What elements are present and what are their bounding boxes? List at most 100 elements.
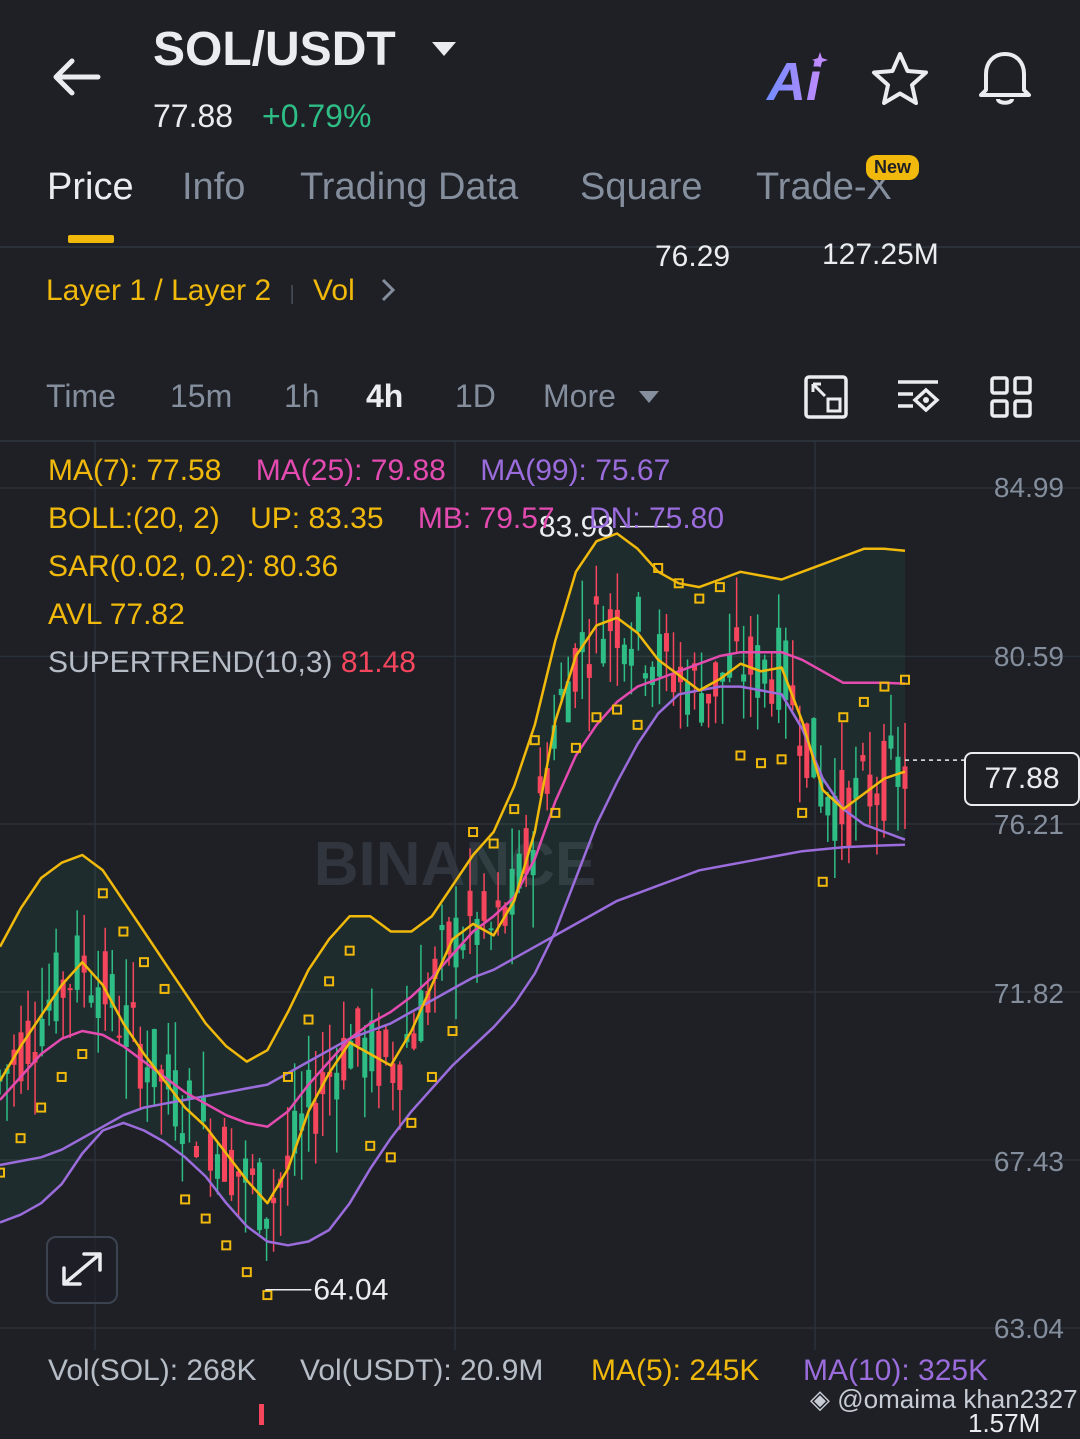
candle-body	[635, 596, 641, 632]
candle-body	[102, 951, 108, 1005]
candle-body	[214, 1154, 220, 1179]
candle-body	[734, 627, 740, 642]
candle-body	[53, 952, 59, 1022]
notification-bell-icon[interactable]	[976, 46, 1034, 108]
ma99-value: MA(99): 75.67	[480, 454, 671, 487]
stat-24h-volume: 127.25M	[822, 238, 939, 271]
vol-usdt: Vol(USDT): 20.9M	[300, 1354, 544, 1387]
candle-body	[95, 987, 101, 1019]
category-tags[interactable]: Layer 1 / Layer 2 | Vol	[46, 274, 355, 308]
sar-dot	[241, 1267, 252, 1278]
candle-body	[481, 891, 487, 921]
candle-body	[74, 935, 80, 990]
candle-body	[670, 674, 676, 693]
binance-diamond-icon: ◈	[810, 1384, 830, 1414]
candle-body	[144, 1067, 150, 1083]
sar-dot	[776, 754, 787, 765]
vol-ma5: MA(5): 245K	[591, 1354, 760, 1387]
tab-square[interactable]: Square	[580, 166, 703, 209]
depth-chart-icon[interactable]	[803, 374, 849, 420]
candle-body	[207, 1133, 213, 1171]
tab-price[interactable]: Price	[47, 166, 134, 209]
pair-dropdown-icon[interactable]	[430, 40, 458, 58]
sar-dot	[200, 1213, 211, 1224]
candle-body	[271, 1197, 277, 1204]
tag-vol[interactable]: Vol	[313, 274, 355, 307]
candle-body	[699, 693, 705, 723]
supertrend-legend: SUPERTREND(10,3) 81.48	[48, 646, 416, 680]
candle-body	[628, 648, 634, 666]
candle-body	[39, 1018, 45, 1047]
vol-ma10: MA(10): 325K	[803, 1354, 989, 1387]
candle-body	[797, 745, 803, 756]
interval-15m[interactable]: 15m	[170, 378, 232, 415]
candle-body	[383, 1029, 389, 1057]
tab-trading-data[interactable]: Trading Data	[300, 166, 518, 209]
candle-body	[179, 1133, 185, 1145]
current-price-tag[interactable]: 77.88	[964, 752, 1080, 806]
credit-watermark: ◈ @omaima khan2327	[810, 1384, 1078, 1414]
candle-body	[250, 1168, 256, 1175]
candle-body	[362, 1037, 368, 1078]
low-price-label: 64.04	[313, 1274, 388, 1307]
more-dropdown-icon[interactable]	[638, 390, 660, 404]
boll-dn-value: DN: 75.80	[588, 502, 725, 535]
interval-1d[interactable]: 1D	[455, 378, 496, 415]
candle-body	[614, 609, 620, 648]
sar-dot	[406, 1117, 417, 1128]
stat-24h-low: 76.29	[655, 240, 731, 273]
interval-more[interactable]: More	[543, 378, 616, 415]
candle-body	[642, 673, 648, 679]
candle-body	[488, 928, 494, 931]
interval-4h[interactable]: 4h	[366, 378, 403, 415]
candle-body	[116, 1035, 122, 1038]
chevron-right-icon[interactable]	[378, 276, 398, 304]
candle-body	[467, 890, 473, 917]
sar-dot	[756, 758, 767, 769]
tab-info[interactable]: Info	[182, 166, 245, 209]
candle-body	[656, 634, 662, 677]
candle-body	[453, 917, 459, 968]
interval-time[interactable]: Time	[46, 378, 116, 415]
candle-body	[67, 988, 73, 991]
candle-body	[741, 674, 747, 682]
sar-value: SAR(0.02, 0.2): 80.36	[48, 550, 339, 583]
grid-layout-icon[interactable]	[988, 374, 1034, 420]
candle-body	[439, 924, 445, 931]
price-change: +0.79%	[262, 98, 372, 134]
candle-body	[411, 1033, 417, 1049]
tag-separator: |	[289, 283, 295, 305]
candle-body	[825, 796, 831, 816]
sar-dot	[735, 750, 746, 761]
boll-up-value: UP: 83.35	[250, 502, 384, 535]
candle-body	[495, 900, 501, 908]
price-axis-label: 80.59	[993, 641, 1064, 672]
vol-sol: Vol(SOL): 268K	[48, 1354, 257, 1387]
tag-layer[interactable]: Layer 1 / Layer 2	[46, 274, 271, 307]
ai-assistant-icon[interactable]: Ai	[765, 48, 835, 121]
price-axis-label: 71.82	[993, 978, 1064, 1009]
boll-band-fill	[0, 533, 905, 1246]
candle-body	[860, 755, 866, 762]
supertrend-value: 81.48	[340, 646, 416, 679]
back-arrow-icon[interactable]	[48, 55, 104, 99]
active-tab-indicator	[68, 235, 114, 243]
ma7-value: MA(7): 77.58	[48, 454, 222, 487]
candle-body	[264, 1218, 270, 1229]
indicator-settings-icon[interactable]	[895, 374, 941, 420]
candle-body	[888, 735, 894, 749]
avl-value: AVL 77.82	[48, 598, 185, 631]
candle-body	[25, 1020, 31, 1064]
sar-dot	[262, 1290, 273, 1301]
supertrend-label: SUPERTREND(10,3)	[48, 646, 333, 679]
last-price: 77.88	[153, 98, 234, 134]
pair-title[interactable]: SOL/USDT	[153, 22, 396, 77]
candle-body	[874, 793, 880, 806]
candle-body	[88, 995, 94, 1003]
candle-body	[474, 918, 480, 945]
fullscreen-button[interactable]	[46, 1236, 118, 1304]
favorite-star-icon[interactable]	[870, 50, 930, 108]
candle-body	[846, 787, 852, 846]
interval-1h[interactable]: 1h	[284, 378, 320, 415]
volume-bar	[259, 1404, 264, 1425]
